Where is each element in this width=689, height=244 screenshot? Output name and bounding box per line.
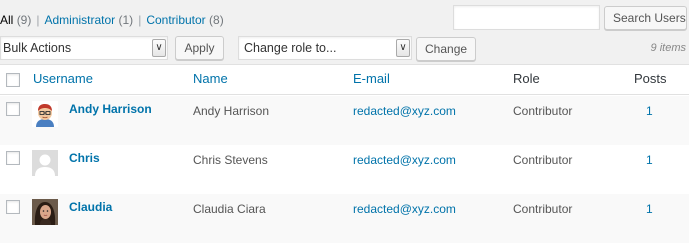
column-posts-header: Posts bbox=[634, 71, 667, 86]
filter-separator: | bbox=[36, 13, 40, 27]
filter-all-link[interactable]: All (9) bbox=[0, 13, 31, 27]
user-role: Contributor bbox=[513, 153, 573, 167]
user-role: Contributor bbox=[513, 202, 573, 216]
column-email-header[interactable]: E-mail bbox=[353, 71, 390, 86]
column-username-header[interactable]: Username bbox=[33, 71, 93, 86]
avatar bbox=[32, 199, 58, 225]
filter-all-count: (9) bbox=[16, 13, 32, 27]
apply-button[interactable]: Apply bbox=[175, 36, 224, 60]
users-table: Username Name E-mail Role Posts Andy Har… bbox=[0, 64, 689, 244]
username-link[interactable]: Andy Harrison bbox=[69, 102, 152, 116]
filter-administrator-link[interactable]: Administrator (1) bbox=[44, 13, 133, 27]
table-row: Chris Chris Stevens redacted@xyz.com Con… bbox=[0, 145, 689, 194]
row-checkbox[interactable] bbox=[6, 102, 20, 116]
filter-contributor-link[interactable]: Contributor (8) bbox=[146, 13, 223, 27]
column-role-header: Role bbox=[513, 71, 540, 86]
items-count: 9 items bbox=[650, 42, 686, 54]
column-name-header[interactable]: Name bbox=[193, 71, 228, 86]
change-role-button[interactable]: Change bbox=[416, 37, 476, 61]
role-filter-links: All (9) | Administrator (1) | Contributor (8… bbox=[0, 13, 224, 27]
user-role: Contributor bbox=[513, 104, 573, 118]
change-role-select[interactable]: Change role to... ∨ bbox=[238, 36, 412, 60]
user-email-link[interactable]: redacted@xyz.com bbox=[353, 104, 456, 118]
chevron-down-icon: ∨ bbox=[396, 39, 410, 57]
table-header: Username Name E-mail Role Posts bbox=[0, 65, 689, 95]
filter-contributor-count: (8) bbox=[209, 13, 224, 27]
default-avatar-icon bbox=[32, 150, 58, 176]
search-users-button[interactable]: Search Users bbox=[604, 6, 687, 30]
user-email-link[interactable]: redacted@xyz.com bbox=[353, 153, 456, 167]
user-posts-count[interactable]: 1 bbox=[646, 202, 653, 216]
photo-avatar-icon bbox=[32, 199, 58, 225]
username-link[interactable]: Chris bbox=[69, 151, 100, 165]
username-link[interactable]: Claudia bbox=[69, 200, 112, 214]
filter-administrator-count: (1) bbox=[118, 13, 134, 27]
bulk-actions-selected: Bulk Actions bbox=[3, 41, 72, 55]
row-checkbox[interactable] bbox=[6, 151, 20, 165]
user-posts-count[interactable]: 1 bbox=[646, 104, 653, 118]
avatar bbox=[32, 150, 58, 176]
chevron-down-icon: ∨ bbox=[152, 39, 166, 57]
table-row: Andy Harrison Andy Harrison redacted@xyz… bbox=[0, 96, 689, 145]
user-full-name: Chris Stevens bbox=[193, 153, 268, 167]
user-posts-count[interactable]: 1 bbox=[646, 153, 653, 167]
user-full-name: Andy Harrison bbox=[193, 104, 270, 118]
table-row: Claudia Claudia Ciara redacted@xyz.com C… bbox=[0, 194, 689, 243]
filter-administrator-label: Administrator bbox=[44, 13, 116, 27]
filter-all-label: All bbox=[0, 13, 14, 27]
bulk-actions-select[interactable]: Bulk Actions ∨ bbox=[0, 36, 168, 60]
cartoon-avatar-icon bbox=[32, 101, 58, 127]
user-full-name: Claudia Ciara bbox=[193, 202, 266, 216]
user-email-link[interactable]: redacted@xyz.com bbox=[353, 202, 456, 216]
change-role-selected: Change role to... bbox=[244, 41, 337, 55]
filter-contributor-label: Contributor bbox=[146, 13, 206, 27]
select-all-checkbox[interactable] bbox=[6, 73, 20, 87]
filter-separator: | bbox=[138, 13, 142, 27]
search-users-input[interactable] bbox=[453, 5, 600, 30]
avatar bbox=[32, 101, 58, 127]
row-checkbox[interactable] bbox=[6, 200, 20, 214]
